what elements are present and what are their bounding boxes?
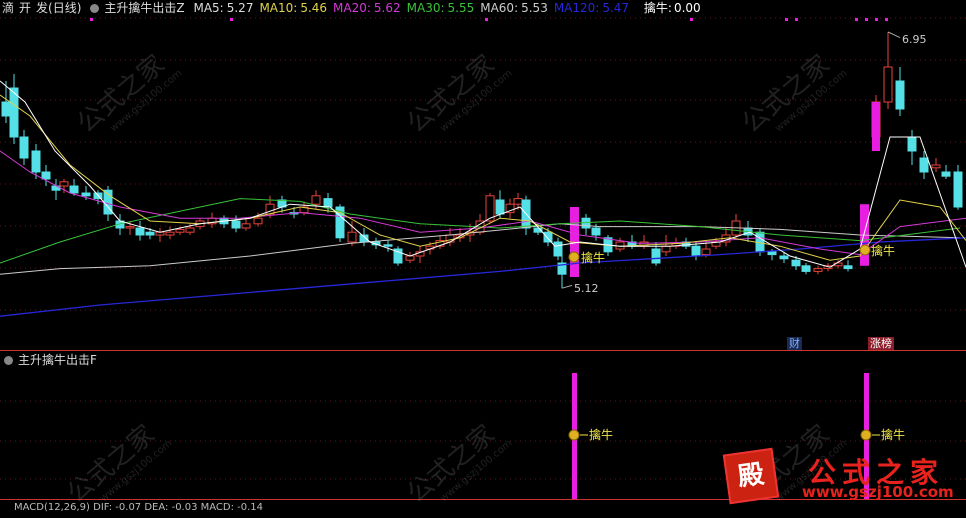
ma10-line (0, 94, 966, 261)
candle-down (953, 171, 963, 208)
signal-candle (872, 102, 880, 151)
chart-window: 滴开发(日线) 主升擒牛出击Z MA5: 5.27 MA10: 5.46 MA20: 5.6… (0, 0, 966, 513)
signal-dot (785, 18, 788, 21)
high-price-label: 6.95 (902, 33, 927, 46)
bottom-panel-text: MACD(12,26,9) DIF: -0.07 DEA: -0.03 MACD… (14, 502, 264, 513)
ma20-line (0, 150, 966, 256)
signal-dot (485, 18, 488, 21)
money-bag-icon (568, 251, 580, 263)
candle-down (779, 255, 789, 260)
high-pointer (887, 31, 901, 39)
bottom-panel-legend: MACD(12,26,9) DIF: -0.07 DEA: -0.03 MACD… (0, 500, 268, 516)
candle-up (59, 181, 69, 187)
candle-up (185, 227, 195, 233)
candle-down (543, 231, 553, 243)
money-bag-icon (860, 429, 872, 441)
signal-dot (885, 18, 888, 21)
candle-down (767, 251, 777, 256)
candle-down (19, 136, 29, 159)
money-bag-icon (568, 429, 580, 441)
ma5-line (0, 80, 966, 268)
logo-seal-icon: 殿 (722, 447, 780, 505)
candle-up (405, 255, 415, 261)
candle-up (661, 245, 671, 253)
candle-down (383, 244, 393, 247)
candle-down (81, 192, 91, 197)
signal-label: 擒牛 (581, 250, 605, 265)
candle-up (513, 198, 523, 205)
candle-up (883, 66, 893, 103)
candle-down (495, 199, 505, 215)
signal-dot (90, 18, 93, 21)
badge-zhangbang[interactable]: 涨榜 (868, 337, 894, 350)
candle-up (175, 228, 185, 233)
candle-down (895, 80, 905, 110)
signal-label: 擒牛 (881, 427, 905, 442)
logo-url: www.gszj100.com (802, 483, 954, 501)
candle-down (941, 171, 951, 177)
candle-down (135, 227, 145, 236)
signal-dot (690, 18, 693, 21)
candle-down (145, 231, 155, 236)
candle-down (843, 265, 853, 270)
low-pointer (561, 284, 573, 289)
money-bag-icon (859, 244, 871, 256)
candle-down (553, 241, 563, 257)
candle-up (253, 217, 263, 225)
main-candlestick-chart[interactable]: 6.95 5.12 擒牛 擒牛 (0, 0, 966, 350)
site-logo: 殿 公式之家 www.gszj100.com (722, 447, 954, 505)
signal-dot (795, 18, 798, 21)
signal-dot (875, 18, 878, 21)
candle-down (31, 150, 41, 173)
candle-down (791, 259, 801, 267)
candle-up (125, 226, 135, 229)
signal-label: 擒牛 (871, 243, 895, 258)
candle-up (347, 231, 357, 243)
candle-down (231, 220, 241, 229)
signal-label: 擒牛 (589, 427, 613, 442)
candle-up (931, 164, 941, 169)
candle-down (359, 234, 369, 243)
low-price-label: 5.12 (574, 282, 599, 295)
candle-down (691, 245, 701, 257)
candle-down (907, 136, 917, 152)
candle-up (241, 223, 251, 229)
badge-cai[interactable]: 财 (787, 337, 802, 350)
candle-up (165, 231, 175, 236)
candle-up (311, 195, 321, 205)
candle-down (591, 227, 601, 236)
candle-down (69, 185, 79, 194)
signal-dot (855, 18, 858, 21)
candle-up (813, 268, 823, 272)
candle-down (919, 157, 929, 173)
candle-down (1, 101, 11, 117)
candle-down (801, 265, 811, 272)
candle-down (651, 248, 661, 264)
candle-down (41, 171, 51, 180)
candle-down (323, 198, 333, 208)
signal-dot (230, 18, 233, 21)
candle-up (701, 248, 711, 256)
signal-dot (865, 18, 868, 21)
